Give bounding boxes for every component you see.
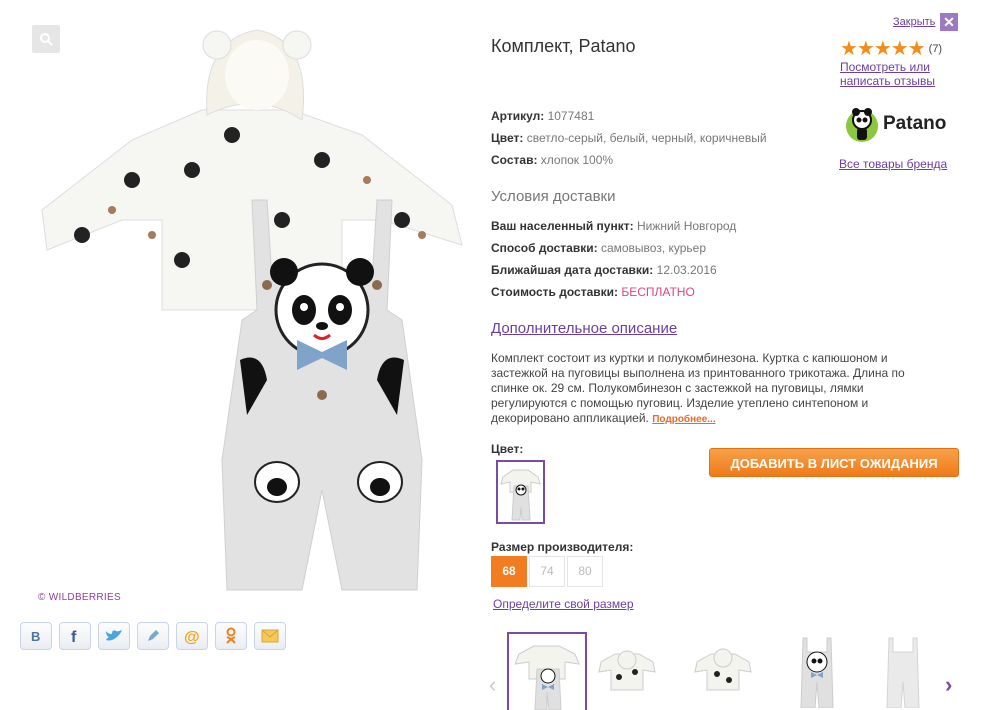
color-label: Цвет: bbox=[491, 442, 524, 456]
thumbnail[interactable] bbox=[589, 632, 669, 710]
rating: ★★★★★ (7) bbox=[840, 38, 943, 60]
delivery-label: Стоимость доставки: bbox=[491, 285, 619, 299]
attr-label: Состав: bbox=[491, 153, 538, 167]
description-text: Комплект состоит из куртки и полукомбине… bbox=[491, 351, 921, 427]
attr-label: Цвет: bbox=[491, 131, 524, 145]
delivery-row: Способ доставки: самовывоз, курьер bbox=[491, 241, 706, 255]
mail-icon[interactable]: @ bbox=[176, 622, 208, 650]
delivery-value: 12.03.2016 bbox=[656, 263, 717, 277]
size-option[interactable]: 74 bbox=[529, 556, 565, 587]
size-option[interactable]: 68 bbox=[491, 556, 527, 587]
brand-logo[interactable]: Patano bbox=[845, 100, 955, 148]
thumbnail[interactable] bbox=[507, 632, 587, 710]
thumbnail[interactable] bbox=[865, 632, 945, 710]
attr-article: Артикул: 1077481 bbox=[491, 109, 594, 123]
more-link[interactable]: Подробнее... bbox=[652, 414, 715, 425]
thumbnail[interactable] bbox=[779, 632, 859, 710]
delivery-label: Способ доставки: bbox=[491, 241, 598, 255]
delivery-value: БЕСПЛАТНО bbox=[621, 285, 695, 299]
size-guide-link[interactable]: Определите свой размер bbox=[493, 597, 634, 611]
delivery-value: самовывоз, курьер bbox=[600, 241, 707, 255]
facebook-icon[interactable]: f bbox=[59, 622, 91, 650]
attr-composition: Состав: хлопок 100% bbox=[491, 153, 613, 167]
brand-logo-text: Patano bbox=[883, 113, 947, 134]
attr-value: хлопок 100% bbox=[540, 153, 614, 167]
brand-all-items-link[interactable]: Все товары бренда bbox=[839, 157, 947, 171]
attr-value: 1077481 bbox=[547, 109, 595, 123]
delivery-label: Ближайшая дата доставки: bbox=[491, 263, 654, 277]
attr-color: Цвет: светло-серый, белый, черный, корич… bbox=[491, 131, 767, 145]
delivery-value: Нижний Новгород bbox=[636, 219, 737, 233]
chevron-left-icon[interactable]: ‹ bbox=[489, 672, 496, 698]
svg-text:В: В bbox=[31, 629, 40, 643]
reviews-link[interactable]: Посмотреть или написать отзывы bbox=[840, 60, 960, 88]
product-title: Комплект, Patano bbox=[491, 36, 636, 56]
delivery-row: Ваш населенный пункт: Нижний Новгород bbox=[491, 219, 736, 233]
svg-text:@: @ bbox=[184, 629, 200, 645]
delivery-row: Стоимость доставки: БЕСПЛАТНО bbox=[491, 285, 695, 299]
odnoklassniki-icon[interactable] bbox=[215, 622, 247, 650]
livejournal-icon[interactable] bbox=[137, 622, 169, 650]
rating-count: (7) bbox=[928, 43, 943, 55]
twitter-icon[interactable] bbox=[98, 622, 130, 650]
size-option[interactable]: 80 bbox=[567, 556, 603, 587]
delivery-label: Ваш населенный пункт: bbox=[491, 219, 634, 233]
description-title[interactable]: Дополнительное описание bbox=[491, 320, 677, 337]
watermark: © WILDBERRIES bbox=[38, 592, 121, 603]
color-swatch[interactable] bbox=[496, 460, 545, 524]
close-link[interactable]: Закрыть bbox=[893, 16, 935, 28]
thumbnail[interactable] bbox=[685, 632, 765, 710]
chevron-right-icon[interactable]: › bbox=[945, 672, 952, 698]
social-share-bar: В f @ bbox=[20, 622, 286, 650]
size-selector: 68 74 80 bbox=[491, 556, 603, 587]
attr-label: Артикул: bbox=[491, 109, 545, 123]
email-icon[interactable] bbox=[254, 622, 286, 650]
delivery-title: Условия доставки bbox=[491, 188, 616, 205]
panda-logo-icon bbox=[846, 108, 878, 142]
svg-text:f: f bbox=[71, 629, 77, 644]
product-image[interactable] bbox=[22, 20, 467, 595]
vk-icon[interactable]: В bbox=[20, 622, 52, 650]
add-to-waitlist-button[interactable]: ДОБАВИТЬ В ЛИСТ ОЖИДАНИЯ bbox=[709, 448, 959, 477]
delivery-row: Ближайшая дата доставки: 12.03.2016 bbox=[491, 263, 717, 277]
rating-stars: ★★★★★ bbox=[840, 38, 926, 60]
attr-value: светло-серый, белый, черный, коричневый bbox=[526, 131, 767, 145]
thumbnail-carousel: ‹ › bbox=[489, 630, 969, 710]
close-icon[interactable]: ✕ bbox=[940, 13, 958, 31]
size-label: Размер производителя: bbox=[491, 540, 634, 554]
